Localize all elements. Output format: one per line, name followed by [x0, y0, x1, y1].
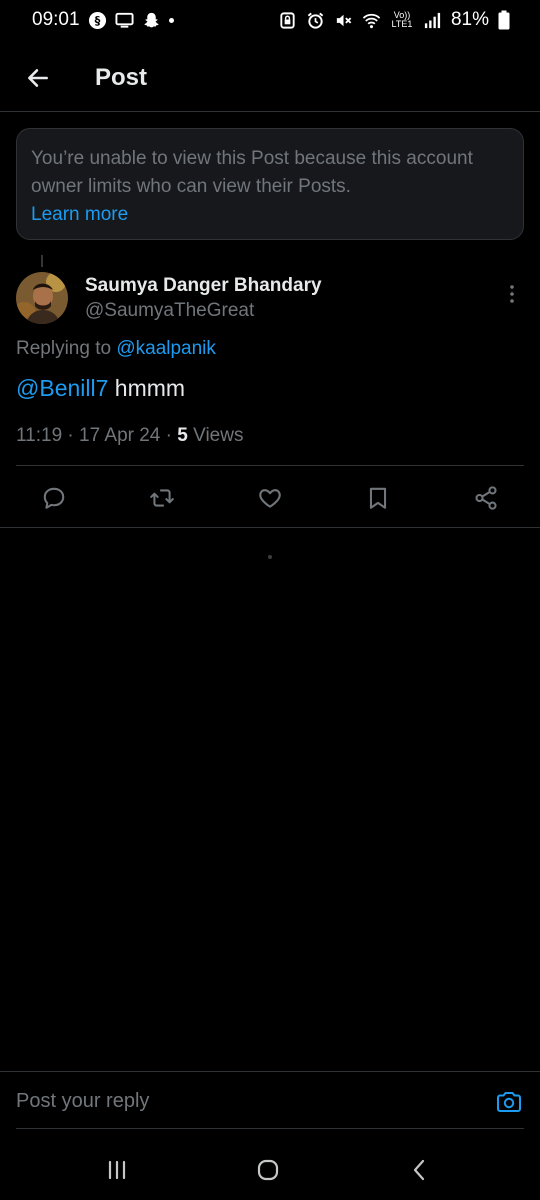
like-icon — [259, 489, 281, 508]
camera-icon — [497, 1092, 521, 1112]
meta-separator: · — [62, 425, 80, 446]
volte-icon: Vo)) LTE1 — [390, 11, 414, 30]
replying-handle-link[interactable]: @kaalpanik — [116, 338, 216, 359]
camera-button[interactable] — [494, 1088, 524, 1116]
top-app-bar: Post — [0, 44, 540, 112]
post-time: 11:19 — [16, 425, 63, 446]
post-header: Saumya Danger Bhandary @SaumyaTheGreat — [16, 272, 524, 328]
mention-link[interactable]: @Benill7 — [16, 375, 108, 401]
svg-text:§: § — [94, 13, 100, 27]
divider — [16, 1128, 524, 1129]
home-button[interactable] — [248, 1154, 288, 1186]
reply-input[interactable] — [16, 1072, 476, 1130]
more-vertical-icon — [510, 285, 514, 303]
bookmark-button[interactable] — [362, 482, 394, 514]
chevron-left-icon — [413, 1159, 425, 1181]
snapchat-icon — [142, 11, 161, 30]
notice-text: You’re unable to view this Post because … — [31, 148, 473, 197]
signal-icon — [423, 11, 442, 30]
divider — [0, 527, 540, 528]
lock-icon — [278, 11, 297, 30]
battery-icon — [498, 10, 510, 30]
author-name[interactable]: Saumya Danger Bhandary — [85, 274, 322, 298]
replying-prefix: Replying to — [16, 338, 117, 359]
notification-dot — [168, 17, 174, 23]
back-button[interactable] — [18, 58, 58, 98]
threads-icon: § — [88, 11, 107, 30]
battery-percent: 81% — [450, 9, 489, 30]
home-icon — [257, 1159, 279, 1181]
post-date: 17 Apr 24 — [79, 425, 161, 446]
post-body-text: hmmm — [108, 375, 186, 401]
post-actions — [0, 470, 540, 526]
replying-to: Replying to @kaalpanik — [16, 338, 216, 360]
thread-connector-line — [41, 255, 43, 267]
system-back-button[interactable] — [400, 1154, 440, 1186]
divider — [16, 465, 524, 466]
arrow-left-icon — [28, 68, 48, 87]
post-text: @Benill7 hmmm — [16, 375, 185, 402]
author-handle[interactable]: @SaumyaTheGreat — [85, 298, 322, 324]
avatar[interactable] — [16, 272, 68, 324]
status-right: Vo)) LTE1 81% — [278, 9, 510, 31]
share-icon — [475, 486, 497, 510]
like-button[interactable] — [254, 482, 286, 514]
more-options-button[interactable] — [502, 282, 522, 306]
share-button[interactable] — [470, 482, 502, 514]
learn-more-link[interactable]: Learn more — [31, 201, 509, 229]
mute-icon — [334, 11, 353, 30]
recents-button[interactable] — [97, 1154, 137, 1186]
repost-button[interactable] — [146, 482, 178, 514]
meta-separator: · — [160, 425, 178, 446]
status-bar: 09:01 § Vo)) LTE1 81% — [0, 0, 540, 40]
reply-icon — [43, 487, 65, 509]
bookmark-icon — [369, 487, 387, 509]
status-time: 09:01 — [32, 9, 80, 30]
screen-icon — [115, 11, 134, 30]
loading-indicator — [268, 555, 272, 559]
views-label[interactable]: Views — [193, 425, 243, 446]
alarm-icon — [306, 11, 325, 30]
views-count[interactable]: 5 — [177, 425, 188, 446]
author-block: Saumya Danger Bhandary @SaumyaTheGreat — [85, 274, 322, 328]
lte-label: LTE1 — [391, 19, 413, 29]
recents-icon — [108, 1160, 126, 1180]
reply-button[interactable] — [38, 482, 70, 514]
wifi-icon — [362, 11, 381, 30]
repost-icon — [150, 489, 174, 507]
page-title: Post — [95, 63, 148, 91]
restricted-post-notice: You’re unable to view this Post because … — [16, 128, 524, 240]
reply-composer — [0, 1071, 540, 1131]
status-left: 09:01 § — [32, 9, 174, 31]
post-meta: 11:19 · 17 Apr 24 · 5 Views — [16, 425, 243, 447]
system-navigation-bar — [0, 1140, 540, 1200]
